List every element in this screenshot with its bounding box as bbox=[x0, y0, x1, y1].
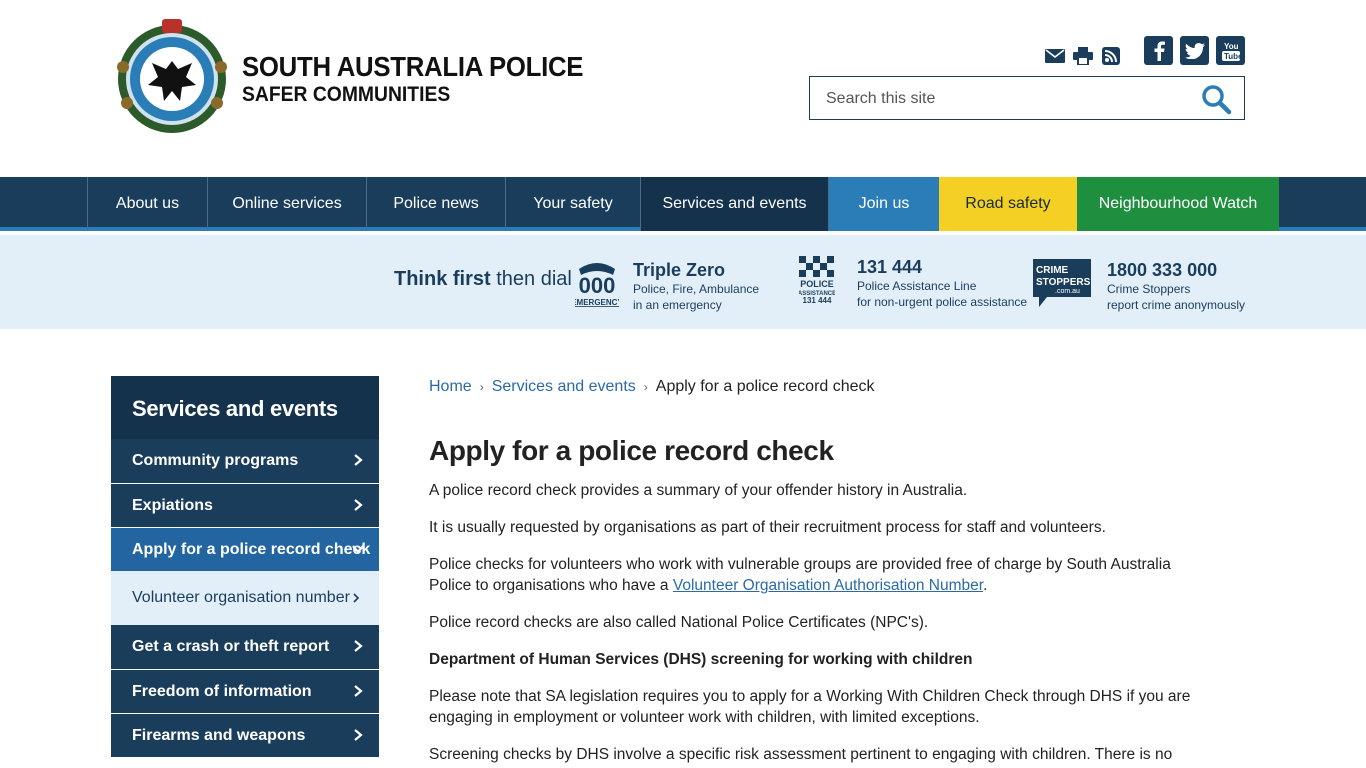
sidebar-item-label: Freedom of information bbox=[132, 683, 312, 700]
emergency-contacts-bar: Think first then dial 000 EMERGENCY Trip… bbox=[0, 235, 1366, 329]
site-title: SOUTH AUSTRALIA POLICE bbox=[242, 51, 584, 82]
chevron-right-icon bbox=[354, 685, 363, 697]
breadcrumb-separator-icon: › bbox=[479, 380, 484, 394]
nav-services-and-events[interactable]: Services and events bbox=[641, 177, 829, 231]
social-links: You Tube bbox=[1144, 36, 1245, 65]
svg-text:.com.au: .com.au bbox=[1055, 288, 1080, 295]
facebook-icon[interactable] bbox=[1144, 36, 1173, 65]
nav-online-services[interactable]: Online services bbox=[208, 177, 367, 231]
volunteer-org-number-link[interactable]: Volunteer Organisation Authorisation Num… bbox=[673, 577, 983, 594]
print-icon[interactable] bbox=[1073, 46, 1093, 66]
dial-police-assistance[interactable]: POLICE ASSISTANCE 131 444 131 444 Police… bbox=[799, 256, 1027, 310]
think-first-bold: Think first bbox=[394, 268, 491, 290]
search-icon[interactable] bbox=[1200, 83, 1232, 115]
sidebar-item-expiations[interactable]: Expiations bbox=[111, 483, 379, 527]
main-nav: About us Online services Police news You… bbox=[0, 177, 1366, 231]
utility-icons bbox=[1045, 46, 1121, 66]
sidebar-item-firearms-and-weapons[interactable]: Firearms and weapons bbox=[111, 713, 379, 757]
breadcrumb-separator-icon: › bbox=[643, 380, 648, 394]
chevron-right-icon bbox=[354, 499, 363, 511]
svg-text:EMERGENCY: EMERGENCY bbox=[575, 298, 619, 307]
svg-text:CRIME: CRIME bbox=[1036, 265, 1069, 276]
main-content: Home › Services and events › Apply for a… bbox=[429, 376, 1209, 768]
sidebar-title[interactable]: Services and events bbox=[111, 376, 379, 439]
chevron-right-icon bbox=[354, 640, 363, 652]
search-input[interactable] bbox=[826, 88, 1186, 110]
dial-number: 131 444 bbox=[857, 257, 923, 277]
sidebar-item-label: Firearms and weapons bbox=[132, 727, 306, 744]
email-icon[interactable] bbox=[1045, 46, 1065, 66]
sidebar-item-label: Community programs bbox=[132, 452, 299, 469]
chevron-right-icon bbox=[354, 454, 363, 466]
paragraph-recruitment: It is usually requested by organisations… bbox=[429, 519, 1106, 536]
svg-text:You: You bbox=[1224, 42, 1239, 51]
police-assistance-icon: POLICE ASSISTANCE 131 444 bbox=[799, 256, 835, 305]
svg-text:000: 000 bbox=[579, 273, 616, 298]
breadcrumb: Home › Services and events › Apply for a… bbox=[429, 376, 1209, 398]
then-dial-text: then dial bbox=[496, 268, 572, 290]
think-first-text: Think first then dial bbox=[394, 268, 572, 291]
dial-number: 1800 333 000 bbox=[1107, 260, 1218, 280]
paragraph-npc: Police record checks are also called Nat… bbox=[429, 614, 929, 631]
sidebar-item-crash-theft-report[interactable]: Get a crash or theft report bbox=[111, 625, 379, 669]
chevron-down-icon bbox=[352, 545, 364, 554]
nav-police-news[interactable]: Police news bbox=[367, 177, 506, 231]
sidebar-item-label: Expiations bbox=[132, 497, 213, 514]
svg-text:131 444: 131 444 bbox=[803, 296, 832, 305]
sidebar-item-community-programs[interactable]: Community programs bbox=[111, 439, 379, 483]
section-sidebar: Services and events Community programs E… bbox=[111, 376, 379, 757]
sidebar-item-label: Apply for a police record check bbox=[132, 541, 371, 558]
dial-desc-line2: report crime anonymously bbox=[1107, 298, 1246, 312]
youtube-icon[interactable]: You Tube bbox=[1216, 36, 1245, 65]
dial-desc-line2: for non-urgent police assistance bbox=[857, 295, 1028, 309]
dial-crime-stoppers[interactable]: CRIME STOPPERS .com.au 1800 333 000 Crim… bbox=[1033, 259, 1245, 313]
breadcrumb-section[interactable]: Services and events bbox=[492, 378, 636, 396]
paragraph-text: . bbox=[983, 577, 988, 594]
subheading-dhs-screening: Department of Human Services (DHS) scree… bbox=[429, 651, 973, 668]
crime-stoppers-icon: CRIME STOPPERS .com.au bbox=[1033, 259, 1091, 307]
nav-road-safety[interactable]: Road safety bbox=[939, 177, 1077, 231]
chevron-right-icon bbox=[353, 593, 360, 603]
site-header: SOUTH AUSTRALIA POLICE SAFER COMMUNITIES… bbox=[0, 0, 1366, 177]
sidebar-item-police-record-check[interactable]: Apply for a police record check bbox=[111, 527, 379, 571]
dial-desc-line1: Police Assistance Line bbox=[857, 279, 977, 293]
paragraph-intro: A police record check provides a summary… bbox=[429, 482, 968, 499]
nav-join-us[interactable]: Join us bbox=[829, 177, 939, 231]
site-subtitle: SAFER COMMUNITIES bbox=[242, 83, 451, 106]
sidebar-subitem-volunteer-org-number[interactable]: Volunteer organisation number bbox=[111, 571, 379, 625]
breadcrumb-current: Apply for a police record check bbox=[655, 378, 875, 395]
dial-desc-line1: Police, Fire, Ambulance bbox=[633, 282, 760, 296]
dial-desc-line2: in an emergency bbox=[633, 298, 722, 312]
brand[interactable]: SOUTH AUSTRALIA POLICE SAFER COMMUNITIES bbox=[242, 52, 613, 108]
sidebar-item-freedom-of-information[interactable]: Freedom of information bbox=[111, 669, 379, 713]
dial-desc-line1: Crime Stoppers bbox=[1107, 282, 1191, 296]
chevron-right-icon bbox=[354, 729, 363, 741]
nav-about-us[interactable]: About us bbox=[88, 177, 208, 231]
nav-neighbourhood-watch[interactable]: Neighbourhood Watch bbox=[1077, 177, 1279, 231]
paragraph-legislation: Please note that SA legislation requires… bbox=[429, 688, 1191, 726]
twitter-icon[interactable] bbox=[1180, 36, 1209, 65]
breadcrumb-home[interactable]: Home bbox=[429, 378, 472, 396]
svg-text:STOPPERS: STOPPERS bbox=[1036, 277, 1091, 288]
dial-number: Triple Zero bbox=[633, 260, 726, 280]
page-title: Apply for a police record check bbox=[429, 435, 834, 466]
sidebar-subitem-label: Volunteer organisation number bbox=[132, 589, 350, 606]
paragraph-volunteers: Police checks for volunteers who work wi… bbox=[429, 554, 1209, 596]
rss-icon[interactable] bbox=[1101, 46, 1121, 66]
svg-text:Tube: Tube bbox=[1224, 52, 1241, 61]
paragraph-screening: Screening checks by DHS involve a specif… bbox=[429, 746, 1173, 768]
nav-your-safety[interactable]: Your safety bbox=[506, 177, 641, 231]
sidebar-item-label: Get a crash or theft report bbox=[132, 638, 330, 655]
search-box bbox=[809, 76, 1245, 120]
dial-triple-zero[interactable]: 000 EMERGENCY Triple Zero Police, Fire, … bbox=[575, 259, 759, 313]
triple-zero-phone-icon: 000 EMERGENCY bbox=[575, 263, 619, 307]
svg-text:POLICE: POLICE bbox=[800, 279, 834, 289]
sapol-crest-icon[interactable] bbox=[113, 17, 231, 135]
